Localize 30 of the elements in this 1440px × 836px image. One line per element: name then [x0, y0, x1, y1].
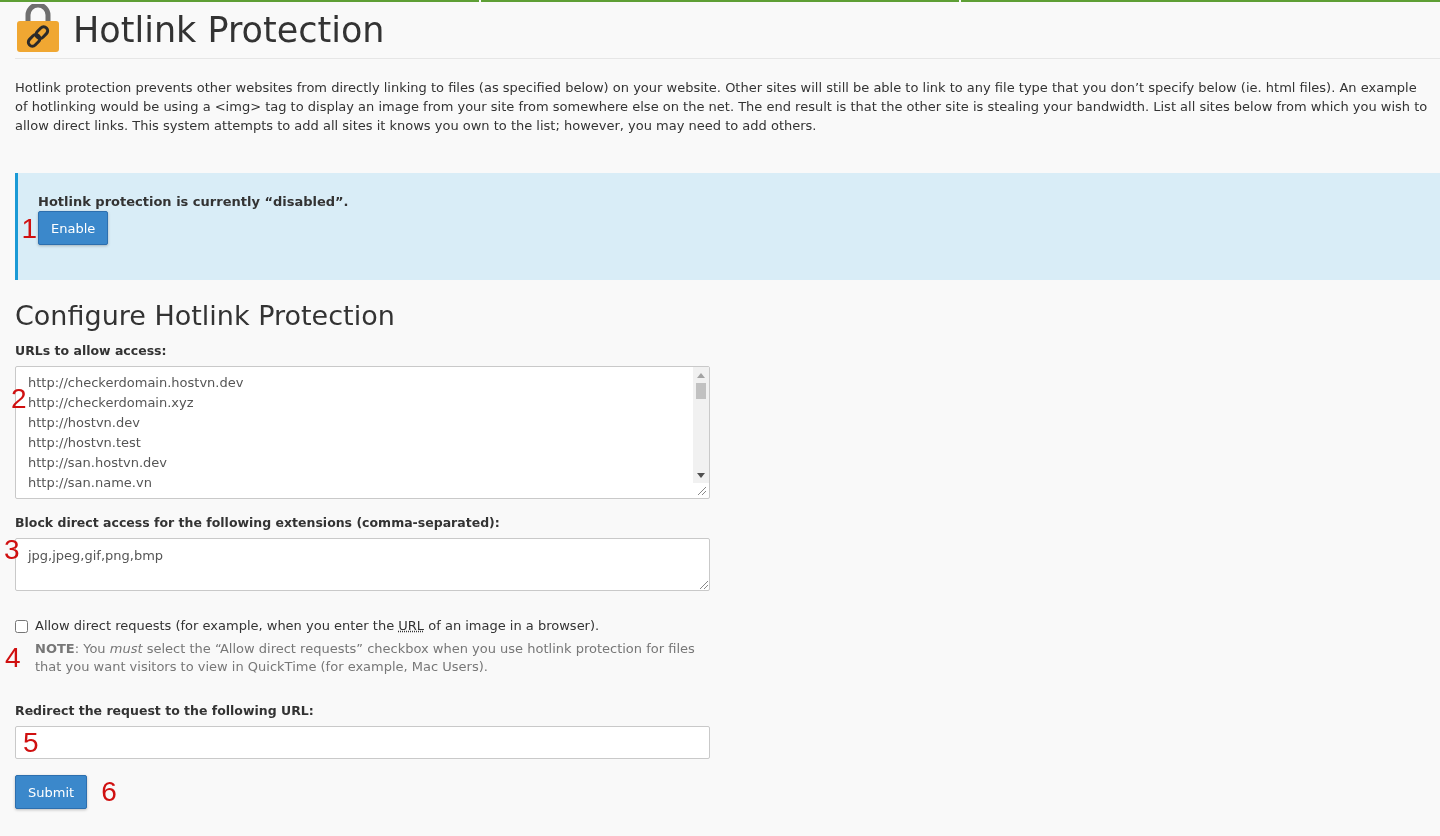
resize-grip-icon[interactable] [699, 580, 708, 589]
resize-grip-icon[interactable] [697, 486, 706, 495]
submit-button[interactable]: Submit [15, 775, 88, 809]
description-text: Hotlink protection prevents other websites from directly linking to files (as specified below) on your website. Other sites will still be able to link to any file type that you don’t specify below (ie. html files). An example of hotlinking would be using a <img> tag to display an image from your site from somewhere else on the net. The end result is that the other site is stealing your bandwidth. List all sites below from which you wish to allow direct links. This system attempts to add all sites it knows you own to the list; however, you may need to add others. [15, 79, 1429, 135]
scroll-down-icon[interactable] [697, 473, 705, 478]
step-number: 1 [21, 215, 37, 243]
scroll-thumb[interactable] [696, 383, 706, 399]
step-number: 4 [5, 644, 21, 672]
url-entry: http://san.name.vn [28, 474, 153, 492]
page-title: Hotlink Protection [73, 9, 385, 52]
field-label: URLs to allow access: [15, 342, 168, 360]
url-entry: http://san.hostvn.dev [28, 454, 168, 472]
note-text: NOTE: You must select the “Allow direct requests” checkbox when you use hotlink protection for files that you want visitors to view in QuickTime (for example, Mac Users). [35, 640, 696, 676]
checkbox-label[interactable]: Allow direct requests (for example, when you enter the URL of an image in a browser). [35, 617, 600, 635]
url-entry: http://checkerdomain.xyz [28, 394, 195, 412]
step-number: 6 [101, 778, 117, 806]
url-entry: http://hostvn.dev [28, 414, 141, 432]
url-entry: http://checkerdomain.hostvn.dev [28, 374, 245, 392]
redirect-url-field[interactable] [15, 726, 710, 759]
field-label: Block direct access for the following extensions (comma-separated): [15, 514, 501, 532]
scroll-up-icon[interactable] [697, 373, 705, 378]
field-label: Redirect the request to the following URL: [15, 702, 315, 720]
enable-button[interactable]: Enable [38, 211, 109, 245]
url-entry: http://hostvn.test [28, 434, 142, 452]
step-number: 5 [23, 729, 39, 757]
section-heading: Configure Hotlink Protection [15, 299, 396, 333]
scrollbar[interactable] [693, 367, 709, 483]
status-message: Hotlink protection is currently “disabled”. [38, 193, 350, 211]
checkbox[interactable] [15, 619, 28, 633]
padlock-link-icon [16, 4, 60, 52]
